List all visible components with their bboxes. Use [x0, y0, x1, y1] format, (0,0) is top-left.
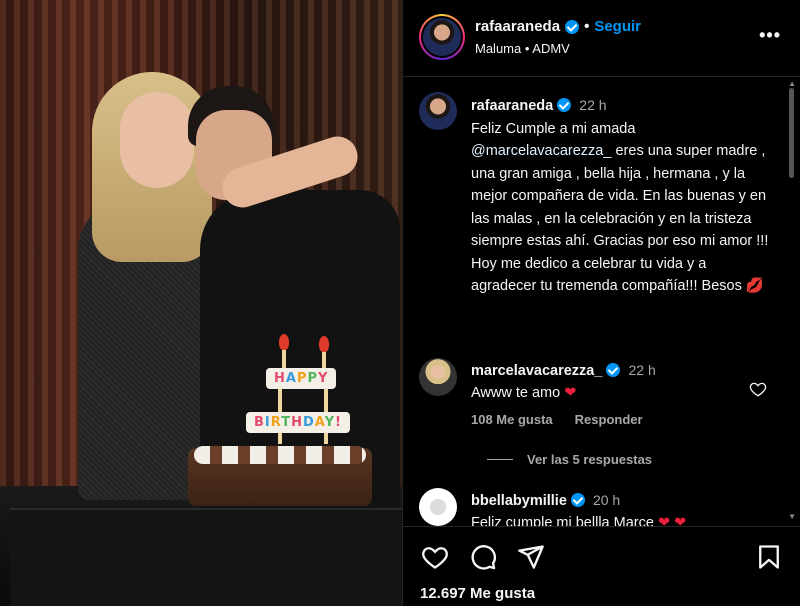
follow-button[interactable]: Seguir: [594, 18, 641, 35]
scroll-up-arrow-icon[interactable]: ▲: [788, 79, 796, 88]
audio-subtitle[interactable]: Maluma • ADMV: [475, 41, 570, 56]
caption-body: rafaaraneda 22 h Feliz Cumple a mi amada…: [471, 94, 771, 298]
post-panel: rafaaraneda • Seguir Maluma • ADMV ••• r…: [402, 0, 800, 606]
comment-text: Feliz cumple mi bellla Marce: [471, 515, 654, 526]
kiss-emoji: 💋: [745, 278, 764, 294]
comment-meta: 108 Me gusta Responder: [471, 412, 643, 427]
scroll-down-arrow-icon[interactable]: ▼: [788, 512, 796, 521]
comment-icon[interactable]: [469, 543, 497, 571]
likes-count[interactable]: 12.697 Me gusta: [420, 585, 535, 602]
verified-badge-icon: [606, 363, 621, 377]
woman-face: [120, 92, 194, 188]
like-comment-heart-icon[interactable]: [749, 380, 767, 398]
send-icon[interactable]: [517, 543, 545, 571]
comments-scroll-area[interactable]: rafaaraneda 22 h Feliz Cumple a mi amada…: [403, 78, 800, 526]
happy-banner: HAPPY: [266, 368, 337, 389]
comment-likes[interactable]: 108 Me gusta: [471, 412, 553, 427]
caption-mention-link[interactable]: @marcelavacarezza_: [471, 143, 611, 159]
view-replies-button[interactable]: Ver las 5 respuestas: [487, 452, 652, 467]
heart-emoji: ❤: [564, 385, 577, 401]
bookmark-icon[interactable]: [755, 543, 783, 571]
scrollbar-thumb[interactable]: [789, 88, 794, 178]
comment-username[interactable]: marcelavacarezza_: [471, 363, 602, 379]
post-image[interactable]: HAPPY BIRTHDAY!: [0, 0, 402, 606]
caption-text: Feliz Cumple a mi amada: [471, 120, 636, 137]
caption-username[interactable]: rafaaraneda: [471, 98, 553, 114]
caption-avatar[interactable]: [419, 92, 457, 130]
caption-text-continued: eres una super madre , una gran amiga , …: [471, 143, 769, 294]
heart-emoji: ❤ ❤: [657, 515, 687, 526]
caption-time: 22 h: [579, 97, 607, 113]
heart-icon[interactable]: [421, 543, 449, 571]
birthday-banner: BIRTHDAY!: [246, 412, 350, 433]
comment-body: marcelavacarezza_ 22 h Awww te amo ❤: [471, 359, 751, 404]
author-avatar[interactable]: [419, 14, 465, 60]
separator-dot: •: [584, 18, 590, 35]
verified-badge-icon: [565, 19, 580, 34]
verified-badge-icon: [570, 493, 585, 507]
candle-flame: [279, 334, 289, 350]
comment-username[interactable]: bbellabymillie: [471, 493, 567, 509]
action-bar: 12.697 Me gusta: [403, 526, 800, 606]
replies-line: [487, 459, 513, 460]
header-user-row: rafaaraneda • Seguir: [475, 18, 641, 35]
more-options-icon[interactable]: •••: [759, 26, 781, 44]
comment-avatar[interactable]: [419, 488, 457, 526]
table: [10, 508, 402, 606]
cake-topping: [194, 446, 366, 464]
author-username[interactable]: rafaaraneda: [475, 18, 560, 35]
candle-flame: [319, 336, 329, 352]
post-header: rafaaraneda • Seguir Maluma • ADMV •••: [403, 0, 800, 77]
comment-avatar[interactable]: [419, 358, 457, 396]
comment-time: 22 h: [628, 362, 656, 378]
comment-time: 20 h: [592, 492, 621, 508]
verified-badge-icon: [557, 98, 572, 112]
comment-body: bbellabymillie 20 h Feliz cumple mi bell…: [471, 489, 751, 526]
reply-button[interactable]: Responder: [575, 412, 643, 427]
comment-text: Awww te amo: [471, 385, 561, 401]
view-replies-label: Ver las 5 respuestas: [527, 452, 653, 467]
